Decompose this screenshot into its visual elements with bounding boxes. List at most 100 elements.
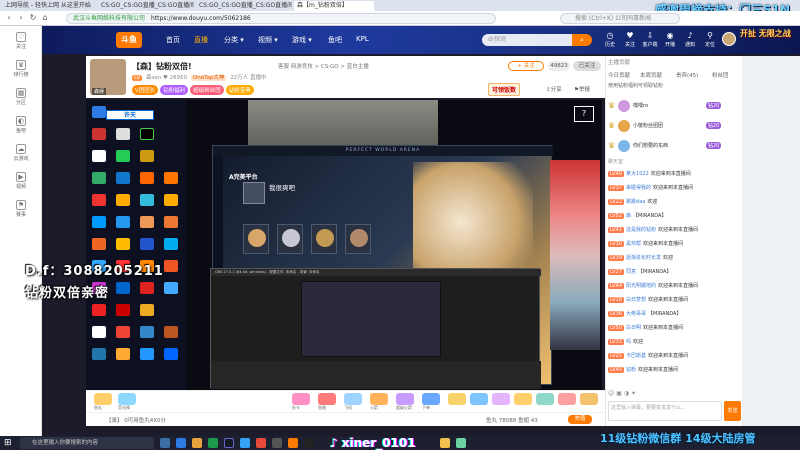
rank-row[interactable]: ♛ 你们想要的东西 钻20 [608,138,741,156]
browser-tab[interactable]: 上网导航 - 轻快上网 从这里开始 [2,1,96,11]
gift-item[interactable] [470,393,488,405]
user-avatar[interactable] [722,32,736,46]
gift-item[interactable] [422,393,440,405]
nav-video[interactable]: 视频 ▾ [258,35,278,45]
app-icon[interactable] [272,438,282,448]
browser-icon[interactable] [208,438,218,448]
sidebar-item-follow[interactable]: ♡ 关注 [0,32,42,50]
tab-vip[interactable]: 贵宾(45) [676,71,698,79]
chat-username[interactable]: 白日梦想 [626,297,646,303]
tab-week[interactable]: 本周贡献 [640,71,662,79]
chat-username[interactable]: 某大1022 [626,171,649,177]
chat-username[interactable]: 钻粉 [626,367,636,373]
share-button[interactable]: ⇪分享 [546,85,562,93]
video-player[interactable]: 许天 PERFECT WORLD ARENA A完美平台 我很爽吧 OBS 27… [86,100,602,390]
obs-icon[interactable] [304,438,314,448]
url-input[interactable]: 武汉斗鱼网络科技有限公司 https://www.douyu.com/506218… [66,13,496,24]
sidebar-item-cloudgame[interactable]: ☁ 云游戏 [0,144,42,162]
gift-item[interactable] [536,393,554,405]
windows-start-icon[interactable]: ⊞ [4,438,14,448]
app-icon[interactable] [176,438,186,448]
gift-item[interactable] [292,393,310,405]
chat-username[interactable]: 白日明 [626,325,641,331]
chat-username[interactable]: 这是我的钻粉 [626,227,656,233]
browser-tab[interactable]: CS:GO_CS:GO直播_CS:GO直播间 [196,1,292,11]
chat-username[interactable]: 同意 [626,269,636,275]
chat-username[interactable]: 黑鸡帮 [626,241,641,247]
chat-username[interactable]: 逐渐进化时长发 [626,255,661,261]
douyu-icon[interactable] [288,438,298,448]
sidebar-item-match[interactable]: ⚑ 赛事 [0,200,42,218]
gift-item[interactable] [580,393,598,405]
anchor-name[interactable]: 森sen [146,75,161,81]
chat-username[interactable]: 大佬哥哥 [626,311,646,317]
app-icon[interactable] [256,438,266,448]
nav-game[interactable]: 游戏 ▾ [292,35,312,45]
badge-vteam[interactable]: V团团长 [132,85,159,95]
app-icon[interactable] [240,438,250,448]
gift-icon[interactable]: ✦ [631,390,636,397]
rank-row[interactable]: ♛ 嘿嘿ro 钻20 [608,98,741,116]
location-button[interactable]: ⚲ 定位 [702,31,718,48]
image-icon[interactable]: ▣ [616,390,622,397]
forward-icon[interactable]: › [16,13,26,23]
douyu-search-input[interactable]: dr探班 [482,34,582,46]
refresh-icon[interactable]: ↻ [28,13,38,23]
rank-row[interactable]: ♛ 小敬粉丝团团 钻20 [608,118,741,136]
tab-today[interactable]: 今日贡献 [608,71,630,79]
nav-live[interactable]: 直播 [194,35,208,45]
badge-superfan[interactable]: 超级粉丝团 [190,85,224,95]
gift-item[interactable] [370,393,388,405]
room-category[interactable]: 客服 网游竞技 > CS:GO > 蓝白主播 [278,62,369,70]
folder-icon[interactable] [192,438,202,448]
sidebar-item-category[interactable]: ▦ 分区 [0,88,42,106]
gift-item[interactable] [344,393,362,405]
browser-tab-active[interactable]: 森【m_钻粉双倍】 [294,1,374,11]
chat-username[interactable]: 卑碰得我的 [626,185,651,191]
emoji-icon[interactable]: ☺ [608,390,614,397]
search-icon[interactable]: ⌕ [572,34,592,46]
notify-button[interactable]: ♪ 通知 [682,31,698,48]
help-icon[interactable]: ? [574,106,594,122]
back-icon[interactable]: ‹ [4,13,14,23]
gift-item[interactable] [492,393,510,405]
gift-item[interactable] [318,393,336,405]
chat-scrollbar[interactable] [742,56,800,426]
app-icon[interactable] [440,438,450,448]
browser-search-input[interactable]: 搜索 (Ctrl+K) 公司同事新闻 [560,13,680,24]
sidebar-item-video[interactable]: ▶ 视频 [0,172,42,190]
nav-category[interactable]: 分类 ▾ [224,35,244,45]
chat-username[interactable]: 吗 [626,339,631,345]
gift-item[interactable] [514,393,532,405]
gift-item[interactable] [558,393,576,405]
send-button[interactable]: 发送 [724,401,741,421]
steam-icon[interactable] [224,438,234,448]
promo-banner[interactable]: 开扯 无限之战 [740,29,791,39]
chat-username[interactable]: 阳光明媚地的 [626,283,656,289]
browser-tab[interactable]: CS:GO_CS:GO直播_CS:GO直播间 [98,1,194,11]
sidebar-item-rank[interactable]: ♛ 排行榜 [0,60,42,78]
douyu-logo[interactable]: 斗鱼 [116,32,142,48]
recharge-button[interactable]: 充值 [568,415,592,424]
followed-button[interactable]: 已关注 [573,61,601,71]
nav-fishbar[interactable]: 鱼吧 [328,35,342,45]
sidebar-item-fishbar[interactable]: ◐ 鱼吧 [0,116,42,134]
report-button[interactable]: ⚑举报 [574,85,590,93]
chat-username[interactable]: 卡巴斯基 [626,353,646,359]
chat-username[interactable]: 跳跳daa [626,199,645,205]
home-icon[interactable]: ⌂ [40,13,50,23]
chat-input[interactable]: 这里输入弹幕，要要变发发什么... [608,401,722,421]
golive-button[interactable]: ◉ 开播 [662,31,678,48]
color-icon[interactable]: ◑ [624,390,629,397]
gift-item[interactable] [396,393,414,405]
client-button[interactable]: ⇩ 客户端 [642,31,658,48]
gift-item[interactable] [448,393,466,405]
badge-guide[interactable]: 钻粉宝典 [225,85,254,95]
app-icon[interactable] [456,438,466,448]
chat-username[interactable]: 森 [626,213,631,219]
nav-home[interactable]: 首页 [166,35,180,45]
taskbar-search-input[interactable]: 在这里输入你要搜索的内容 [20,437,154,449]
history-button[interactable]: ◷ 历史 [602,31,618,48]
gift-item[interactable] [118,393,136,405]
promo-fans-banner[interactable]: 可领饭数 [488,83,521,96]
